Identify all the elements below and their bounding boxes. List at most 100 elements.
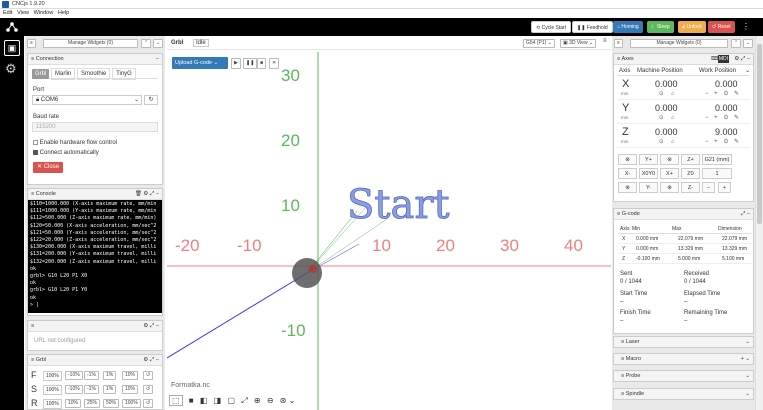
right-widgets-column: ≡ Manage Widgets (0) ⌃ ⌄ ≡ Axes ⌨ MDI ⚙ …	[612, 36, 755, 410]
camera-mode-icon[interactable]: ⊛ ⌄	[280, 396, 296, 405]
zoom-in-icon[interactable]: ⊕	[254, 396, 261, 405]
jog-button[interactable]: G21 (mm)	[702, 154, 732, 165]
right-toggle-button[interactable]: ≡	[614, 39, 623, 48]
jog-button[interactable]: X-	[618, 168, 637, 179]
tab-marlin[interactable]: Marlin	[51, 68, 76, 80]
webcam-header[interactable]: ≡ ⚙ ⤢ −	[28, 321, 162, 332]
unlock-button[interactable]: 🔓︎ Unlock	[678, 21, 706, 33]
close-connection-button[interactable]: ✕ Close	[33, 162, 64, 173]
left-manage-widgets-button[interactable]: Manage Widgets (0)	[43, 39, 138, 48]
more-menu-icon[interactable]: ⋮	[742, 22, 750, 31]
jog-button[interactable]: Z0	[681, 168, 700, 179]
override-button[interactable]: 10%	[65, 399, 82, 408]
axes-toolbar-icons[interactable]: ⚙ ⤢ −	[734, 54, 750, 65]
override-reset-icon[interactable]: ↺	[143, 399, 154, 408]
menu-help[interactable]: Help	[58, 9, 69, 16]
jog-button[interactable]: X+	[660, 168, 679, 179]
override-button[interactable]: 25%	[84, 399, 101, 408]
left-expand-down-icon[interactable]: ⌄	[153, 39, 164, 48]
macro-widget[interactable]: ≡ Macro + ⌄	[613, 353, 754, 365]
jog-button[interactable]: Y-	[639, 182, 658, 193]
camera-front-icon[interactable]: ◧	[200, 396, 208, 405]
grbl-header[interactable]: ≡ Grbl ⚙ ⤢ −	[28, 355, 162, 366]
menu-window[interactable]: Window	[34, 9, 54, 16]
mdi-button[interactable]: MDI	[717, 55, 729, 63]
override-button[interactable]: 10%	[122, 371, 139, 380]
override-button[interactable]: 100%	[122, 399, 141, 408]
jog-button[interactable]: ⊗	[618, 154, 637, 165]
override-button[interactable]: 10%	[122, 385, 139, 394]
axis-jog-icons[interactable]: − + ⊙ ✎	[705, 114, 741, 121]
gcode-header[interactable]: ≡ G-code ⤢ −	[614, 209, 753, 220]
right-expand-down-icon[interactable]: ⌄	[743, 39, 754, 48]
override-button[interactable]: 1%	[103, 371, 117, 380]
override-button[interactable]: 50%	[103, 399, 120, 408]
visualizer-canvas[interactable]: Start -20 -10 10 20 30 40 30 20 10 -10	[167, 36, 611, 410]
override-button[interactable]: 1%	[103, 385, 117, 394]
workspace-icon[interactable]: ▣	[4, 40, 20, 56]
feedhold-button[interactable]: ❚❚ Feedhold	[572, 21, 613, 33]
tab-tinyg[interactable]: TinyG	[112, 68, 136, 80]
tab-grbl[interactable]: Grbl	[32, 69, 50, 79]
right-manage-widgets-button[interactable]: Manage Widgets (0)	[630, 39, 728, 48]
jog-button[interactable]: 1	[702, 168, 732, 179]
jog-button[interactable]: Z-	[681, 182, 700, 193]
spindle-widget[interactable]: ≡ Spindle ⌄	[613, 388, 754, 400]
camera-3d-icon[interactable]: ⬚	[169, 395, 183, 406]
jog-button[interactable]: ⊗	[618, 182, 637, 193]
sent-value: 0 / 1044	[620, 279, 642, 285]
axis-action-icons[interactable]: ⊙ ⌂	[659, 115, 677, 121]
left-toggle-button[interactable]: ≡	[27, 39, 36, 48]
axes-header[interactable]: ≡ Axes ⌨ MDI ⚙ ⤢ −	[614, 54, 753, 65]
jog-button[interactable]: −	[702, 182, 715, 193]
zoom-out-icon[interactable]: ⊖	[267, 396, 274, 405]
override-button[interactable]: -1%	[84, 385, 99, 394]
jog-button[interactable]: ⊗	[660, 154, 679, 165]
connection-header[interactable]: ≡ Connection −	[28, 54, 162, 65]
jog-button[interactable]: ⊗	[660, 182, 679, 193]
hw-flow-checkbox[interactable]: Enable hardware flow control	[33, 140, 117, 146]
homing-button[interactable]: ⌂ Homing	[613, 21, 643, 33]
jog-button[interactable]: X0Y0	[639, 168, 658, 179]
cycle-start-button[interactable]: ⟲ Cycle Start	[531, 21, 572, 33]
port-select[interactable]: 🔒︎ COM6 ⌄	[32, 95, 142, 105]
menu-view[interactable]: View	[17, 9, 29, 16]
jog-button[interactable]: Y+	[639, 154, 658, 165]
visualizer[interactable]: Grbl Idle G54 (P1) ⌄ ▣ 3D View ⌄ ≡ Uploa…	[167, 36, 611, 410]
left-collapse-up-icon[interactable]: ⌃	[141, 39, 152, 48]
probe-widget[interactable]: ≡ Probe ⌄	[613, 370, 754, 382]
baud-select[interactable]: 115200	[32, 122, 158, 132]
right-scrollbar[interactable]	[755, 36, 763, 410]
axis-action-icons[interactable]: ⊙ ⌂	[659, 91, 677, 97]
auto-connect-checkbox[interactable]: Connect automatically	[33, 150, 99, 156]
camera-top-icon[interactable]: ■	[189, 396, 194, 405]
zoom-fit-icon[interactable]: ⤢	[241, 396, 247, 405]
menu-edit[interactable]: Edit	[3, 9, 12, 16]
gcode-col-header: Axis	[620, 226, 630, 232]
console-header[interactable]: ≡ Console 🗑︎ ⚙ ⤢ −	[28, 189, 162, 200]
camera-left-icon[interactable]: ◨	[214, 396, 222, 405]
console-toolbar-icons[interactable]: 🗑︎ ⚙ ⤢ −	[135, 189, 159, 200]
override-button[interactable]: -10%	[65, 385, 83, 394]
gcode-max: 13.329 mm	[678, 246, 704, 252]
axis-action-icons[interactable]: ⊙ ⌂	[659, 139, 677, 145]
jog-button[interactable]: +	[718, 182, 731, 193]
tab-smoothie[interactable]: Smoothie	[77, 68, 111, 80]
override-button[interactable]: -10%	[65, 371, 83, 380]
override-reset-icon[interactable]: ↺	[143, 385, 154, 394]
settings-gear-icon[interactable]: ⚙	[5, 61, 17, 77]
axis-jog-icons[interactable]: − + ⊙ ✎	[705, 138, 741, 145]
refresh-icon[interactable]: ↻	[144, 95, 158, 105]
console-output[interactable]: $110=1000.000 (X-axis maximum rate, mm/m…	[28, 200, 162, 313]
sleep-button[interactable]: ☾ Sleep	[647, 21, 674, 33]
right-collapse-up-icon[interactable]: ⌃	[731, 39, 742, 48]
override-reset-icon[interactable]: ↺	[143, 371, 154, 380]
laser-widget[interactable]: ≡ Laser ⌄	[613, 336, 754, 348]
reset-button[interactable]: ↺ Reset	[708, 21, 735, 33]
override-button[interactable]: -1%	[84, 371, 99, 380]
axes-title: Axes	[621, 56, 634, 62]
minimize-icon[interactable]: −	[156, 54, 159, 65]
camera-right-icon[interactable]: ▢	[227, 396, 235, 405]
axis-jog-icons[interactable]: − + ⊙ ✎	[705, 90, 741, 97]
jog-button[interactable]: Z+	[681, 154, 700, 165]
